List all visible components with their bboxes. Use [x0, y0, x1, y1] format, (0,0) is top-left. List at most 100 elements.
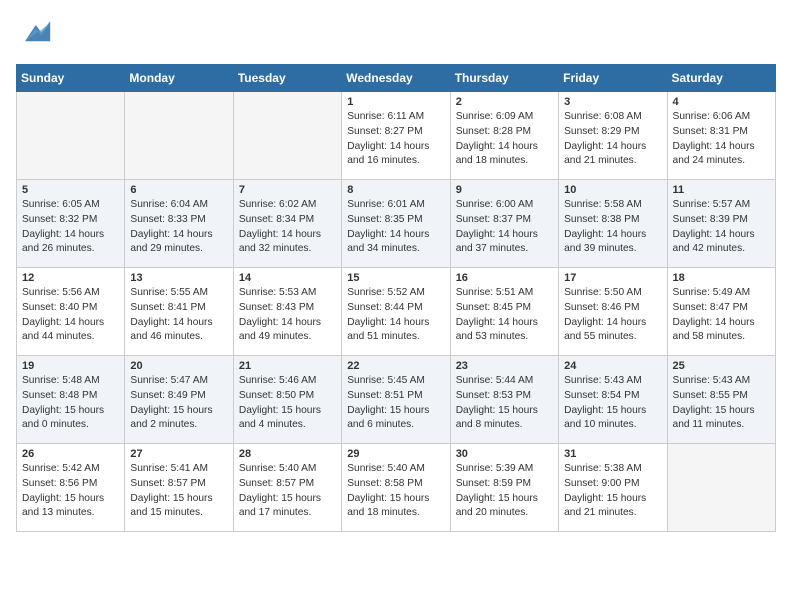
day-number: 17: [564, 272, 661, 284]
header-day-friday: Friday: [559, 65, 667, 92]
cell-content: Sunrise: 5:57 AMSunset: 8:39 PMDaylight:…: [673, 198, 770, 257]
cell-content: Sunrise: 6:01 AMSunset: 8:35 PMDaylight:…: [347, 198, 444, 257]
calendar-cell: 19 Sunrise: 5:48 AMSunset: 8:48 PMDayligh…: [17, 356, 125, 444]
day-number: 10: [564, 184, 661, 196]
cell-content: Sunrise: 6:06 AMSunset: 8:31 PMDaylight:…: [673, 110, 770, 169]
logo: [16, 16, 58, 52]
cell-content: Sunrise: 5:43 AMSunset: 8:54 PMDaylight:…: [564, 374, 661, 433]
calendar-cell: 8 Sunrise: 6:01 AMSunset: 8:35 PMDaylight…: [342, 180, 450, 268]
day-number: 22: [347, 360, 444, 372]
header-day-sunday: Sunday: [17, 65, 125, 92]
calendar-cell: 20 Sunrise: 5:47 AMSunset: 8:49 PMDayligh…: [125, 356, 233, 444]
calendar-cell: 24 Sunrise: 5:43 AMSunset: 8:54 PMDayligh…: [559, 356, 667, 444]
calendar-week-2: 5Sunrise: 6:05 AMSunset: 8:32 PMDaylight…: [17, 180, 776, 268]
day-number: 18: [673, 272, 770, 284]
day-number: 15: [347, 272, 444, 284]
day-number: 14: [239, 272, 336, 284]
day-number: 31: [564, 448, 661, 460]
day-number: 25: [673, 360, 770, 372]
calendar-cell: 12 Sunrise: 5:56 AMSunset: 8:40 PMDayligh…: [17, 268, 125, 356]
day-number: 24: [564, 360, 661, 372]
calendar-cell: 21 Sunrise: 5:46 AMSunset: 8:50 PMDayligh…: [233, 356, 341, 444]
calendar-week-4: 19 Sunrise: 5:48 AMSunset: 8:48 PMDayligh…: [17, 356, 776, 444]
cell-content: Sunrise: 5:45 AMSunset: 8:51 PMDaylight:…: [347, 374, 444, 433]
calendar-cell: 30 Sunrise: 5:39 AMSunset: 8:59 PMDayligh…: [450, 444, 558, 532]
calendar-cell: 3 Sunrise: 6:08 AMSunset: 8:29 PMDaylight…: [559, 92, 667, 180]
day-number: 12: [22, 272, 119, 284]
calendar-cell: 31 Sunrise: 5:38 AMSunset: 9:00 PMDayligh…: [559, 444, 667, 532]
day-number: 27: [130, 448, 227, 460]
header-day-thursday: Thursday: [450, 65, 558, 92]
day-number: 30: [456, 448, 553, 460]
day-number: 28: [239, 448, 336, 460]
day-number: 21: [239, 360, 336, 372]
header-day-tuesday: Tuesday: [233, 65, 341, 92]
cell-content: Sunrise: 5:41 AMSunset: 8:57 PMDaylight:…: [130, 462, 227, 521]
calendar-cell: [125, 92, 233, 180]
calendar-cell: 27 Sunrise: 5:41 AMSunset: 8:57 PMDayligh…: [125, 444, 233, 532]
day-number: 4: [673, 96, 770, 108]
calendar-cell: [233, 92, 341, 180]
day-number: 2: [456, 96, 553, 108]
calendar-cell: 9 Sunrise: 6:00 AMSunset: 8:37 PMDaylight…: [450, 180, 558, 268]
calendar-cell: 23Sunrise: 5:44 AMSunset: 8:53 PMDayligh…: [450, 356, 558, 444]
cell-content: Sunrise: 5:43 AMSunset: 8:55 PMDaylight:…: [673, 374, 770, 433]
day-number: 5: [22, 184, 119, 196]
calendar-week-3: 12 Sunrise: 5:56 AMSunset: 8:40 PMDayligh…: [17, 268, 776, 356]
cell-content: Sunrise: 5:38 AMSunset: 9:00 PMDaylight:…: [564, 462, 661, 521]
cell-content: Sunrise: 5:58 AMSunset: 8:38 PMDaylight:…: [564, 198, 661, 257]
cell-content: Sunrise: 5:39 AMSunset: 8:59 PMDaylight:…: [456, 462, 553, 521]
day-number: 3: [564, 96, 661, 108]
calendar-cell: 26 Sunrise: 5:42 AMSunset: 8:56 PMDayligh…: [17, 444, 125, 532]
calendar-cell: 11 Sunrise: 5:57 AMSunset: 8:39 PMDayligh…: [667, 180, 775, 268]
calendar-cell: 16 Sunrise: 5:51 AMSunset: 8:45 PMDayligh…: [450, 268, 558, 356]
day-number: 13: [130, 272, 227, 284]
calendar-cell: 2 Sunrise: 6:09 AMSunset: 8:28 PMDaylight…: [450, 92, 558, 180]
cell-content: Sunrise: 5:42 AMSunset: 8:56 PMDaylight:…: [22, 462, 119, 521]
calendar-cell: 22 Sunrise: 5:45 AMSunset: 8:51 PMDayligh…: [342, 356, 450, 444]
day-number: 29: [347, 448, 444, 460]
cell-content: Sunrise: 6:00 AMSunset: 8:37 PMDaylight:…: [456, 198, 553, 257]
cell-content: Sunrise: 6:11 AMSunset: 8:27 PMDaylight:…: [347, 110, 444, 169]
cell-content: Sunrise: 6:02 AMSunset: 8:34 PMDaylight:…: [239, 198, 336, 257]
cell-content: Sunrise: 5:47 AMSunset: 8:49 PMDaylight:…: [130, 374, 227, 433]
day-number: 19: [22, 360, 119, 372]
cell-content: Sunrise: 5:51 AMSunset: 8:45 PMDaylight:…: [456, 286, 553, 345]
calendar-cell: [667, 444, 775, 532]
cell-content: Sunrise: 6:08 AMSunset: 8:29 PMDaylight:…: [564, 110, 661, 169]
calendar-week-5: 26 Sunrise: 5:42 AMSunset: 8:56 PMDayligh…: [17, 444, 776, 532]
header-day-monday: Monday: [125, 65, 233, 92]
cell-content: Sunrise: 6:09 AMSunset: 8:28 PMDaylight:…: [456, 110, 553, 169]
calendar-cell: 13 Sunrise: 5:55 AMSunset: 8:41 PMDayligh…: [125, 268, 233, 356]
calendar-cell: 15 Sunrise: 5:52 AMSunset: 8:44 PMDayligh…: [342, 268, 450, 356]
calendar-cell: 7 Sunrise: 6:02 AMSunset: 8:34 PMDaylight…: [233, 180, 341, 268]
page-header: [16, 16, 776, 52]
cell-content: Sunrise: 5:53 AMSunset: 8:43 PMDaylight:…: [239, 286, 336, 345]
day-number: 8: [347, 184, 444, 196]
cell-content: Sunrise: 5:48 AMSunset: 8:48 PMDaylight:…: [22, 374, 119, 433]
header-day-wednesday: Wednesday: [342, 65, 450, 92]
calendar-cell: [17, 92, 125, 180]
cell-content: Sunrise: 5:56 AMSunset: 8:40 PMDaylight:…: [22, 286, 119, 345]
day-number: 9: [456, 184, 553, 196]
calendar-table: SundayMondayTuesdayWednesdayThursdayFrid…: [16, 64, 776, 532]
cell-content: Sunrise: 6:04 AMSunset: 8:33 PMDaylight:…: [130, 198, 227, 257]
cell-content: Sunrise: 5:52 AMSunset: 8:44 PMDaylight:…: [347, 286, 444, 345]
day-number: 26: [22, 448, 119, 460]
cell-content: Sunrise: 5:55 AMSunset: 8:41 PMDaylight:…: [130, 286, 227, 345]
day-number: 11: [673, 184, 770, 196]
calendar-cell: 10 Sunrise: 5:58 AMSunset: 8:38 PMDayligh…: [559, 180, 667, 268]
day-number: 16: [456, 272, 553, 284]
day-number: 20: [130, 360, 227, 372]
calendar-cell: 29Sunrise: 5:40 AMSunset: 8:58 PMDayligh…: [342, 444, 450, 532]
calendar-cell: 14 Sunrise: 5:53 AMSunset: 8:43 PMDayligh…: [233, 268, 341, 356]
calendar-cell: 17Sunrise: 5:50 AMSunset: 8:46 PMDayligh…: [559, 268, 667, 356]
cell-content: Sunrise: 5:46 AMSunset: 8:50 PMDaylight:…: [239, 374, 336, 433]
calendar-cell: 1 Sunrise: 6:11 AMSunset: 8:27 PMDaylight…: [342, 92, 450, 180]
day-number: 1: [347, 96, 444, 108]
calendar-cell: 28Sunrise: 5:40 AMSunset: 8:57 PMDayligh…: [233, 444, 341, 532]
calendar-cell: 25 Sunrise: 5:43 AMSunset: 8:55 PMDayligh…: [667, 356, 775, 444]
header-row: SundayMondayTuesdayWednesdayThursdayFrid…: [17, 65, 776, 92]
calendar-cell: 4 Sunrise: 6:06 AMSunset: 8:31 PMDaylight…: [667, 92, 775, 180]
day-number: 7: [239, 184, 336, 196]
